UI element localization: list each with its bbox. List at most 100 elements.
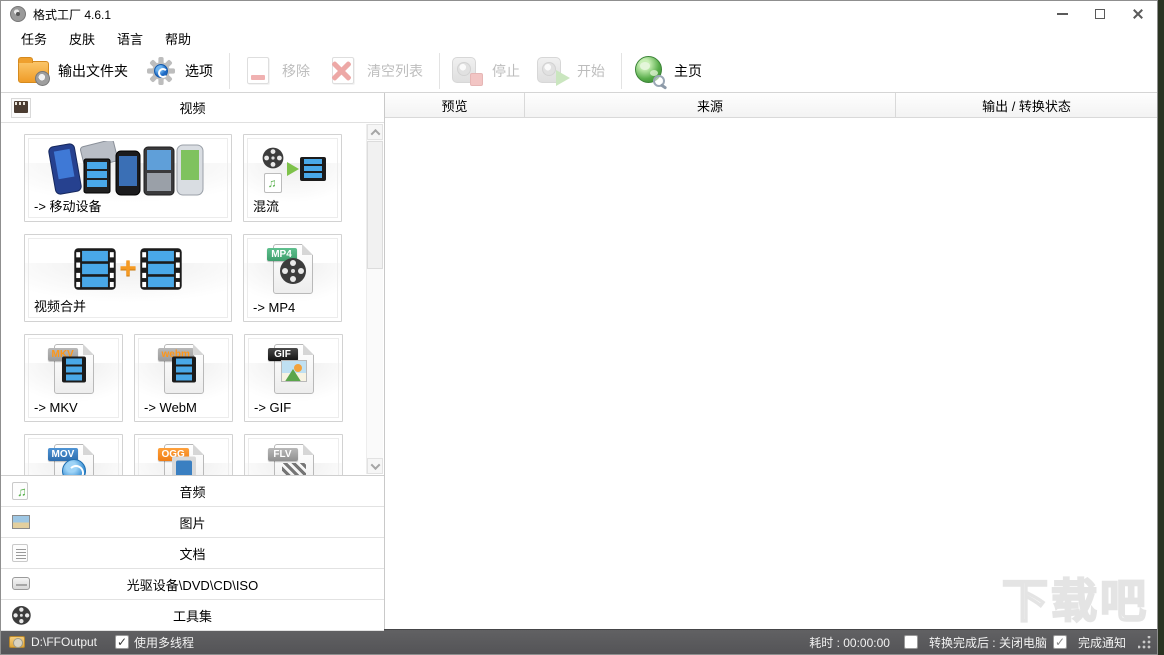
statusbar-right: 耗时 : 00:00:00 转换完成后 : 关闭电脑 ✓ 完成通知: [809, 634, 1151, 651]
output-path[interactable]: D:\FFOutput: [31, 635, 97, 649]
section-document[interactable]: 文档: [1, 538, 384, 569]
home-globe-icon: [633, 55, 667, 87]
mov-file-icon: MOV: [25, 443, 122, 475]
task-list-body[interactable]: 下载吧: [385, 118, 1157, 629]
flv-badge: FLV: [267, 448, 298, 461]
maximize-icon: [1095, 9, 1105, 19]
options-button[interactable]: 选项: [144, 55, 213, 87]
app-icon: [10, 6, 26, 22]
stop-label: 停止: [492, 62, 520, 79]
toolset-section-label: 工具集: [172, 608, 212, 624]
tile-row: MOV OGG FLV: [24, 434, 384, 475]
tile-label: -> GIF: [254, 400, 292, 415]
task-list-panel: 预览 来源 输出 / 转换状态 下载吧: [385, 93, 1157, 629]
column-source[interactable]: 来源: [525, 93, 896, 117]
tile-label: 视频合并: [34, 299, 87, 314]
stop-icon: [451, 55, 485, 87]
tile-video-join[interactable]: + 视频合并: [24, 234, 232, 322]
minimize-icon: [1056, 13, 1068, 15]
section-video-header[interactable]: 视频: [1, 93, 384, 123]
film-strip-icon: [299, 157, 326, 181]
remove-icon: [241, 55, 275, 87]
scroll-up-button[interactable]: [367, 124, 383, 140]
multithread-label: 使用多线程: [134, 635, 195, 650]
watermark: 下载吧: [1001, 574, 1149, 628]
home-label: 主页: [674, 62, 702, 79]
options-label: 选项: [185, 62, 213, 79]
clear-list-label: 清空列表: [367, 62, 423, 79]
scroll-down-button[interactable]: [367, 458, 383, 474]
tile-mobile-device[interactable]: -> 移动设备: [24, 134, 232, 222]
notify-label: 完成通知: [1077, 635, 1126, 650]
column-output-status[interactable]: 输出 / 转换状态: [896, 93, 1157, 117]
remove-label: 移除: [282, 62, 310, 79]
arrow-icon: [286, 162, 299, 176]
tile-label: -> MP4: [253, 300, 296, 315]
elapsed-time: 耗时 : 00:00:00: [809, 635, 890, 650]
close-button[interactable]: [1119, 1, 1157, 27]
toolbar-separator: [229, 52, 230, 89]
mux-icon: ♫: [244, 143, 341, 195]
shutdown-checkbox[interactable]: [903, 635, 918, 649]
tile-to-mov[interactable]: MOV: [24, 434, 123, 475]
tile-to-gif[interactable]: GIF -> GIF: [244, 334, 343, 422]
menubar: 任务 皮肤 语言 帮助: [1, 27, 1157, 49]
window-title: 格式工厂 4.6.1: [33, 7, 112, 22]
video-section-label: 视频: [179, 101, 206, 116]
tile-to-mkv[interactable]: MKV -> MKV: [24, 334, 123, 422]
optical-drive-label: 光驱设备\DVD\CD\ISO: [126, 577, 259, 593]
menu-language[interactable]: 语言: [106, 27, 154, 50]
start-button[interactable]: 开始: [536, 55, 605, 87]
clear-list-icon: [326, 55, 360, 87]
menu-help[interactable]: 帮助: [154, 27, 202, 50]
tile-to-ogg[interactable]: OGG: [134, 434, 233, 475]
tile-row: + 视频合并 MP4 -> MP4: [24, 234, 384, 322]
section-audio[interactable]: 音频: [1, 476, 384, 507]
chevron-up-icon: [370, 128, 380, 139]
toolbar-separator: [621, 52, 622, 89]
section-picture[interactable]: 图片: [1, 507, 384, 538]
clear-list-button[interactable]: 清空列表: [326, 55, 423, 87]
minimize-button[interactable]: [1043, 1, 1081, 27]
desktop: 格式工厂 4.6.1 任务 皮肤 语言 帮助 输出文件夹 选项 移除 清空列表 …: [0, 0, 1164, 655]
tiles-scrollbar[interactable]: [366, 124, 383, 474]
audio-section-label: 音频: [179, 484, 206, 500]
start-icon: [536, 55, 570, 87]
maximize-button[interactable]: [1081, 1, 1119, 27]
category-sections: 音频 图片 文档 光驱设备\DVD\CD\ISO 工具集: [1, 475, 384, 631]
video-join-icon: +: [25, 243, 231, 295]
output-folder-button[interactable]: 输出文件夹: [17, 55, 128, 87]
tile-row: MKV -> MKV webm -> WebM GIF -> GIF: [24, 334, 384, 422]
column-preview[interactable]: 预览: [385, 93, 525, 117]
tile-to-flv[interactable]: FLV: [244, 434, 343, 475]
section-optical-drive[interactable]: 光驱设备\DVD\CD\ISO: [1, 569, 384, 600]
category-panel: 视频 -> 移动设备 ♫ 混流 + 视频合并 MP4 -> MP4 MKV ->…: [1, 93, 385, 631]
start-label: 开始: [577, 62, 605, 79]
tile-row: -> 移动设备 ♫ 混流: [24, 134, 384, 222]
mp4-file-icon: MP4: [244, 243, 341, 295]
scrollbar-thumb[interactable]: [367, 141, 383, 269]
tile-to-mp4[interactable]: MP4 -> MP4: [243, 234, 342, 322]
stop-button[interactable]: 停止: [451, 55, 520, 87]
video-tiles-area: -> 移动设备 ♫ 混流 + 视频合并 MP4 -> MP4 MKV -> MK…: [1, 123, 384, 475]
resize-grip[interactable]: [1138, 635, 1151, 649]
home-button[interactable]: 主页: [633, 55, 702, 87]
mkv-file-icon: MKV: [25, 343, 122, 395]
output-folder-small-icon: [9, 636, 25, 648]
section-toolset[interactable]: 工具集: [1, 600, 384, 631]
tile-to-webm[interactable]: webm -> WebM: [134, 334, 233, 422]
menu-skin[interactable]: 皮肤: [58, 27, 106, 50]
titlebar: 格式工厂 4.6.1: [1, 1, 1157, 27]
shutdown-label: 转换完成后 : 关闭电脑: [928, 635, 1047, 650]
tile-mux[interactable]: ♫ 混流: [243, 134, 342, 222]
remove-button[interactable]: 移除: [241, 55, 310, 87]
ogg-file-icon: OGG: [135, 443, 232, 475]
menu-task[interactable]: 任务: [10, 27, 58, 50]
notify-checkbox[interactable]: ✓: [1052, 635, 1067, 649]
flv-file-icon: FLV: [245, 443, 342, 475]
tile-label: -> WebM: [144, 400, 197, 415]
output-folder-icon: [17, 55, 51, 87]
tile-label: -> 移动设备: [34, 199, 102, 214]
multithread-checkbox[interactable]: ✓: [115, 635, 130, 649]
chevron-down-icon: [370, 459, 380, 470]
